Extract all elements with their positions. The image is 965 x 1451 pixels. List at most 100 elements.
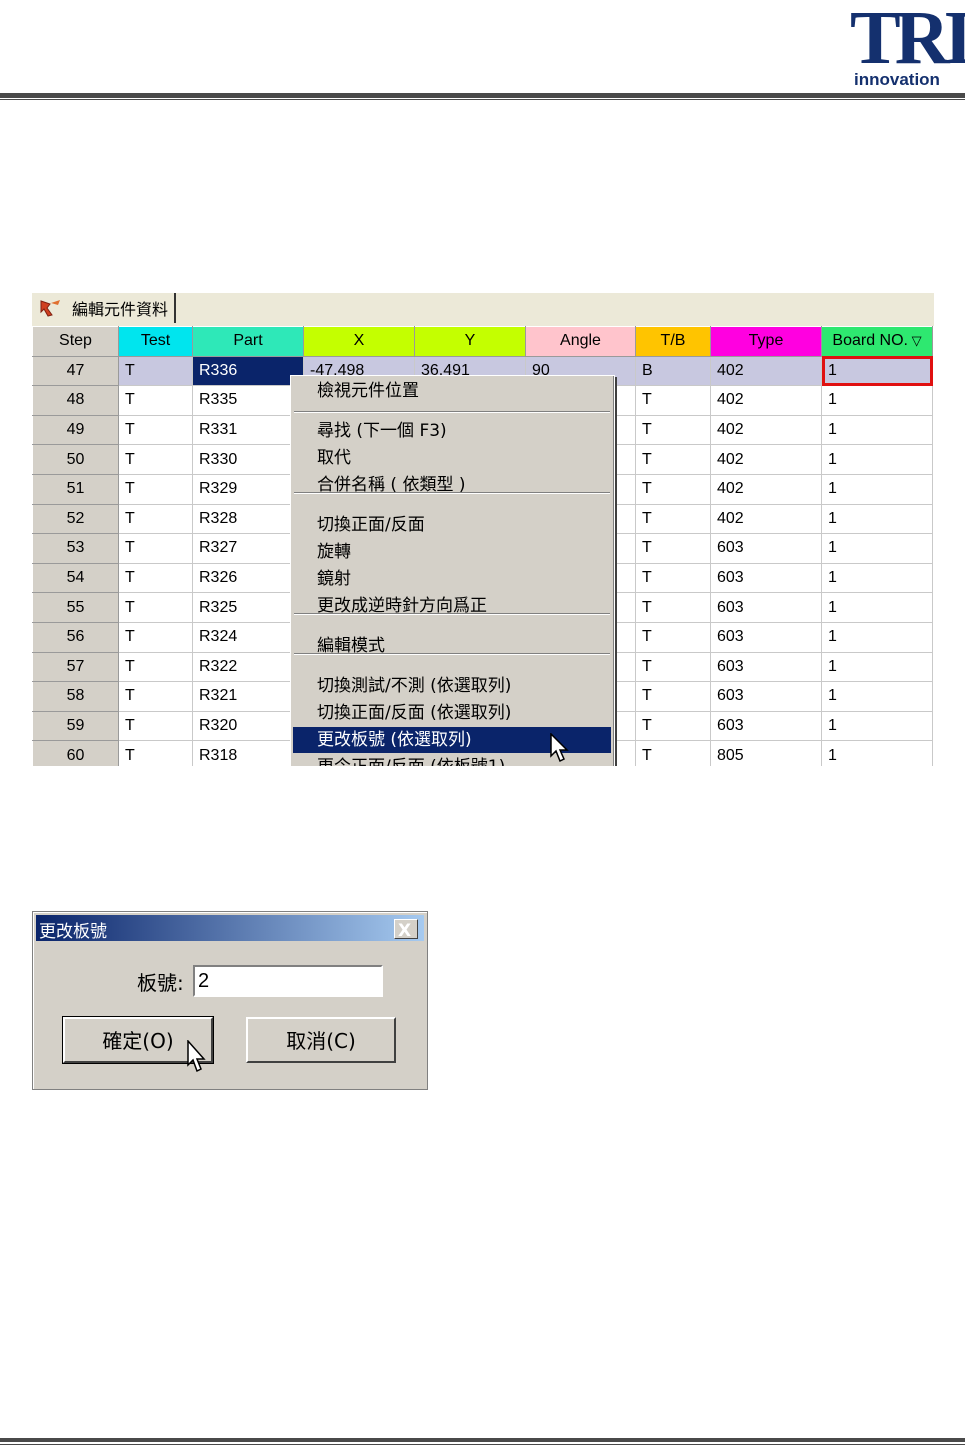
cell-step[interactable]: 51	[32, 473, 119, 505]
cell-board[interactable]: 1	[821, 355, 933, 387]
cell-type[interactable]: 402	[710, 385, 822, 416]
cell-tb[interactable]: T	[635, 473, 711, 505]
cancel-button[interactable]: 取消(C)	[246, 1017, 396, 1063]
cell-step[interactable]: 48	[32, 385, 119, 416]
cell-tb[interactable]: T	[635, 414, 711, 446]
cell-test[interactable]: T	[118, 740, 193, 766]
cell-type[interactable]: 603	[710, 681, 822, 712]
cell-type[interactable]: 805	[710, 740, 822, 766]
cell-type[interactable]: 603	[710, 592, 822, 623]
cell-tb[interactable]: T	[635, 710, 711, 742]
cell-tb[interactable]: T	[635, 444, 711, 475]
cell-part[interactable]: R324	[192, 621, 304, 653]
cell-part[interactable]: R327	[192, 533, 304, 564]
cell-part[interactable]: R325	[192, 592, 304, 623]
menu-item[interactable]: 鏡射	[293, 566, 611, 592]
cell-step[interactable]: 58	[32, 681, 119, 712]
cell-part[interactable]: R318	[192, 740, 304, 766]
cell-step[interactable]: 52	[32, 503, 119, 535]
cell-type[interactable]: 402	[710, 503, 822, 535]
menu-item[interactable]: 旋轉	[293, 539, 611, 565]
cell-board[interactable]: 1	[821, 533, 933, 564]
cell-type[interactable]: 402	[710, 414, 822, 446]
cell-test[interactable]: T	[118, 385, 193, 416]
cell-test[interactable]: T	[118, 444, 193, 475]
cell-board[interactable]: 1	[821, 740, 933, 766]
column-header-tb[interactable]: T/B	[635, 326, 711, 357]
cell-board[interactable]: 1	[821, 592, 933, 623]
menu-item[interactable]: 切換正面/反面	[293, 512, 611, 538]
dialog-close-button[interactable]: X	[394, 919, 418, 940]
cell-part[interactable]: R320	[192, 710, 304, 742]
cell-step[interactable]: 53	[32, 533, 119, 564]
cell-tb[interactable]: T	[635, 385, 711, 416]
cell-step[interactable]: 49	[32, 414, 119, 446]
cell-type[interactable]: 603	[710, 651, 822, 683]
cell-tb[interactable]: T	[635, 533, 711, 564]
cell-test[interactable]: T	[118, 651, 193, 683]
board-number-input[interactable]	[193, 965, 383, 997]
cell-board[interactable]: 1	[821, 503, 933, 535]
cell-board[interactable]: 1	[821, 385, 933, 416]
cell-step[interactable]: 55	[32, 592, 119, 623]
column-header-part[interactable]: Part	[192, 326, 304, 357]
cell-test[interactable]: T	[118, 473, 193, 505]
cell-part[interactable]: R328	[192, 503, 304, 535]
menu-item[interactable]: 檢視元件位置	[293, 378, 611, 404]
menu-item[interactable]: 切換正面/反面 (依選取列)	[293, 700, 611, 726]
column-header-step[interactable]: Step	[32, 326, 119, 357]
cell-step[interactable]: 57	[32, 651, 119, 683]
cell-tb[interactable]: T	[635, 681, 711, 712]
cell-test[interactable]: T	[118, 562, 193, 594]
cell-board[interactable]: 1	[821, 681, 933, 712]
cell-step[interactable]: 60	[32, 740, 119, 766]
cell-type[interactable]: 402	[710, 444, 822, 475]
cell-part[interactable]: R329	[192, 473, 304, 505]
cell-step[interactable]: 56	[32, 621, 119, 653]
cell-type[interactable]: 402	[710, 473, 822, 505]
cell-board[interactable]: 1	[821, 444, 933, 475]
cell-test[interactable]: T	[118, 414, 193, 446]
cell-part[interactable]: R335	[192, 385, 304, 416]
column-header-test[interactable]: Test	[118, 326, 193, 357]
cell-test[interactable]: T	[118, 592, 193, 623]
cell-part[interactable]: R336	[192, 355, 304, 387]
cell-tb[interactable]: T	[635, 503, 711, 535]
cell-type[interactable]: 603	[710, 562, 822, 594]
menu-item[interactable]: 尋找 (下一個 F3)	[293, 418, 611, 444]
cell-tb[interactable]: T	[635, 740, 711, 766]
tab-edit-components[interactable]: 編輯元件資料	[32, 293, 177, 323]
cell-part[interactable]: R331	[192, 414, 304, 446]
cell-tb[interactable]: T	[635, 562, 711, 594]
column-header-y[interactable]: Y	[414, 326, 526, 357]
menu-item[interactable]: 取代	[293, 445, 611, 471]
menu-item[interactable]: 合併名稱 ( 依類型 )	[293, 472, 611, 498]
cell-type[interactable]: 603	[710, 621, 822, 653]
cell-test[interactable]: T	[118, 710, 193, 742]
cell-board[interactable]: 1	[821, 562, 933, 594]
cell-part[interactable]: R326	[192, 562, 304, 594]
column-header-type[interactable]: Type	[710, 326, 822, 357]
cell-step[interactable]: 47	[32, 355, 119, 387]
cell-part[interactable]: R321	[192, 681, 304, 712]
cell-part[interactable]: R330	[192, 444, 304, 475]
cell-board[interactable]: 1	[821, 710, 933, 742]
menu-item[interactable]: 切換測試/不測 (依選取列)	[293, 673, 611, 699]
cell-type[interactable]: 603	[710, 710, 822, 742]
cell-board[interactable]: 1	[821, 651, 933, 683]
cell-tb[interactable]: T	[635, 651, 711, 683]
column-header-board[interactable]: Board NO. ▽	[821, 326, 933, 357]
cell-test[interactable]: T	[118, 621, 193, 653]
column-header-angle[interactable]: Angle	[525, 326, 636, 357]
column-header-x[interactable]: X	[303, 326, 415, 357]
cell-step[interactable]: 59	[32, 710, 119, 742]
cell-test[interactable]: T	[118, 681, 193, 712]
cell-test[interactable]: T	[118, 503, 193, 535]
cell-board[interactable]: 1	[821, 414, 933, 446]
cell-board[interactable]: 1	[821, 621, 933, 653]
cell-tb[interactable]: T	[635, 621, 711, 653]
cell-type[interactable]: 402	[710, 355, 822, 387]
cell-test[interactable]: T	[118, 355, 193, 387]
cell-tb[interactable]: B	[635, 355, 711, 387]
cell-test[interactable]: T	[118, 533, 193, 564]
